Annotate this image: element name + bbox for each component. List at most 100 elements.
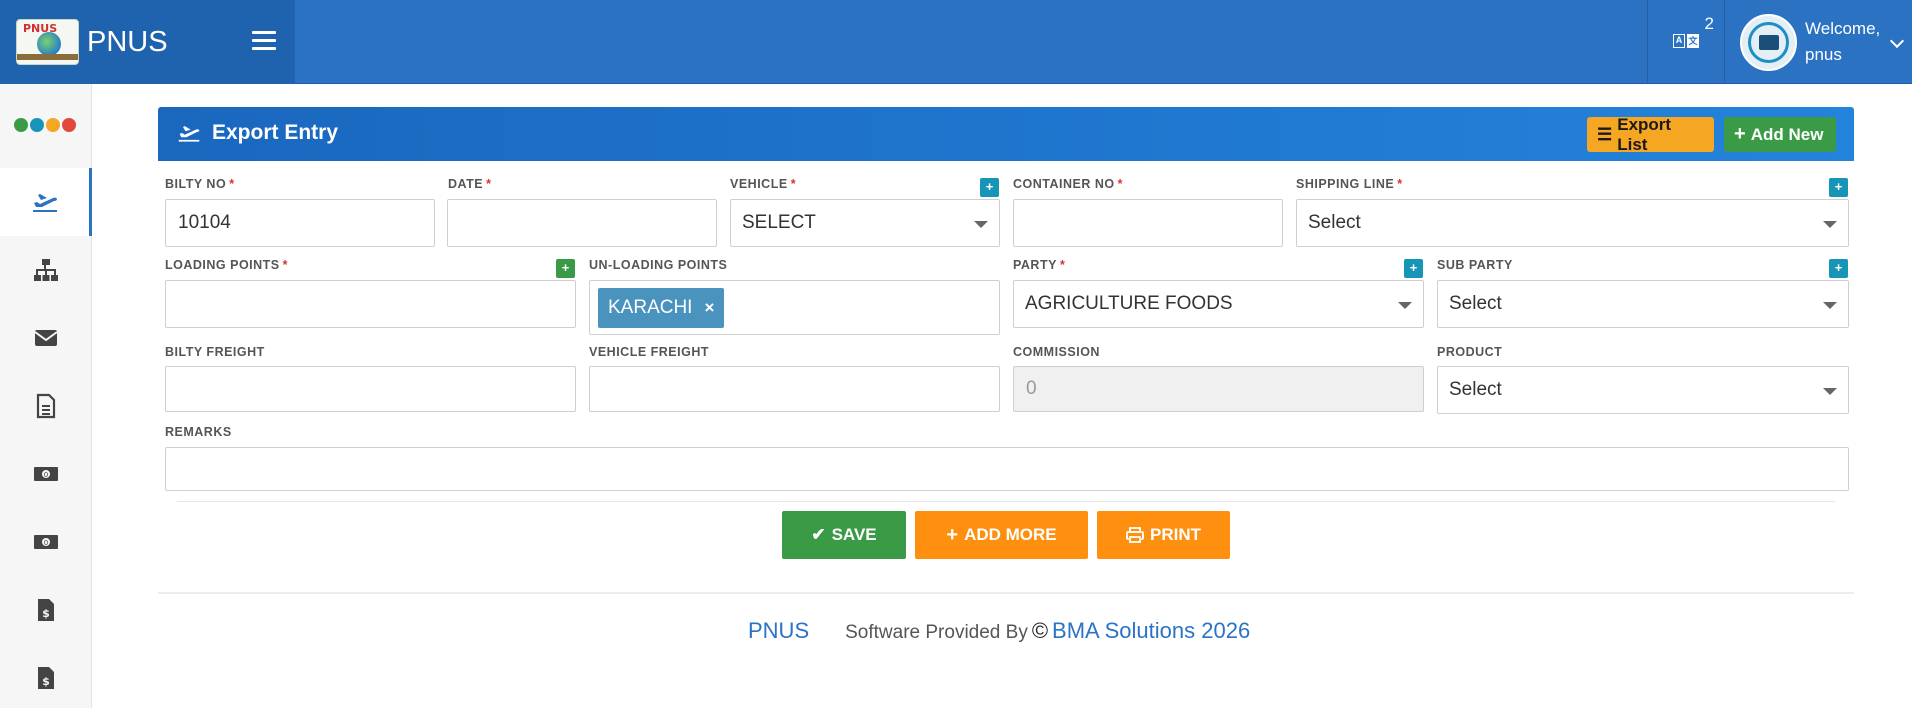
dot-blue <box>30 118 44 132</box>
add-more-label: ADD MORE <box>964 525 1057 544</box>
add-new-label: Add New <box>1750 124 1824 144</box>
add-more-button[interactable]: + ADD MORE <box>915 511 1088 559</box>
sidebar-item-bills[interactable]: $ <box>0 644 92 708</box>
language-switcher[interactable]: A文 2 <box>1647 0 1724 84</box>
print-label: PRINT <box>1150 525 1201 544</box>
document-icon <box>36 393 56 419</box>
copyright-icon: © <box>1031 618 1049 643</box>
vehicle-select[interactable]: SELECT <box>730 199 1000 247</box>
footer-company-link[interactable]: BMA Solutions 2026 <box>1052 618 1250 644</box>
company-logo: PNUS <box>16 19 79 65</box>
party-label: PARTY * <box>1013 258 1066 272</box>
add-new-button[interactable]: + Add New <box>1724 117 1836 152</box>
tag-label: KARACHI <box>608 297 693 318</box>
printer-icon <box>1126 527 1144 543</box>
save-button[interactable]: ✔ SAVE <box>782 511 906 559</box>
sidebar-item-documents[interactable] <box>0 372 92 440</box>
menu-toggle-icon[interactable] <box>252 31 276 53</box>
sub-party-label: SUB PARTY <box>1437 258 1513 272</box>
envelope-icon <box>34 330 58 346</box>
sidebar-item-hierarchy[interactable] <box>0 236 92 304</box>
add-sub-party-button[interactable]: + <box>1829 259 1848 278</box>
translate-icon: A文 <box>1673 34 1699 50</box>
footer-brand[interactable]: PNUS <box>748 618 809 644</box>
bilty-freight-input[interactable] <box>165 366 576 412</box>
sidebar-item-receipts[interactable]: 0 <box>0 508 92 576</box>
check-icon: ✔ <box>811 525 826 544</box>
date-input[interactable] <box>447 199 717 247</box>
vehicle-freight-input[interactable] <box>589 366 1000 412</box>
sidebar-item-export[interactable] <box>0 168 92 236</box>
footer: PNUS Software Provided By © BMA Solution… <box>748 618 1250 644</box>
print-button[interactable]: PRINT <box>1097 511 1230 559</box>
sidebar: 0 0 $ $ <box>0 84 92 708</box>
money-icon: 0 <box>34 467 58 481</box>
loading-points-input[interactable] <box>165 280 576 328</box>
dot-orange <box>46 118 60 132</box>
page-title: Export Entry <box>212 121 339 144</box>
plus-icon: + <box>946 523 959 546</box>
shipping-line-label: SHIPPING LINE * <box>1296 177 1403 191</box>
footer-provided-by: Software Provided By <box>845 622 1028 643</box>
add-shipping-line-button[interactable]: + <box>1829 178 1848 197</box>
party-select[interactable]: AGRICULTURE FOODS <box>1013 280 1424 328</box>
sidebar-item-invoices[interactable]: $ <box>0 576 92 644</box>
dot-green <box>14 118 28 132</box>
shipping-line-value: Select <box>1308 212 1361 233</box>
svg-text:0: 0 <box>44 539 48 547</box>
list-icon: ☰ <box>1597 124 1613 144</box>
avatar <box>1740 13 1797 71</box>
vehicle-label: VEHICLE * <box>730 177 797 191</box>
date-label: DATE * <box>448 177 492 191</box>
export-list-button[interactable]: ☰ Export List <box>1587 114 1714 154</box>
invoice-icon: $ <box>38 667 54 689</box>
money-icon: 0 <box>34 535 58 549</box>
divider <box>177 501 1835 502</box>
sidebar-item-messages[interactable] <box>0 304 92 372</box>
product-label: PRODUCT <box>1437 345 1503 359</box>
bilty-no-label: BILTY NO * <box>165 177 235 191</box>
dot-red <box>62 118 76 132</box>
brand-name: PNUS <box>87 25 168 58</box>
unloading-point-tag: KARACHI × <box>598 288 725 328</box>
vehicle-freight-label: VEHICLE FREIGHT <box>589 345 710 359</box>
sub-party-select[interactable]: Select <box>1437 280 1849 328</box>
brand-area[interactable]: PNUS PNUS <box>0 0 295 84</box>
unloading-points-label: UN-LOADING POINTS <box>589 258 728 272</box>
add-party-button[interactable]: + <box>1404 259 1423 278</box>
language-count-badge: 2 <box>1704 14 1714 33</box>
footer-divider <box>158 592 1854 594</box>
status-dots <box>14 118 76 132</box>
add-vehicle-button[interactable]: + <box>980 178 999 197</box>
container-no-input[interactable] <box>1013 199 1283 247</box>
loading-points-label: LOADING POINTS * <box>165 258 289 272</box>
remarks-input[interactable] <box>165 447 1849 491</box>
save-label: SAVE <box>831 525 877 544</box>
sidebar-item-payments[interactable]: 0 <box>0 440 92 508</box>
commission-input: 0 <box>1013 366 1424 412</box>
tag-remove-icon[interactable]: × <box>704 298 714 318</box>
card-header: Export Entry ☰ Export List + Add New <box>158 107 1854 161</box>
sub-party-value: Select <box>1449 293 1502 314</box>
svg-text:$: $ <box>42 675 50 688</box>
bilty-no-input[interactable]: 10104 <box>165 199 435 247</box>
product-value: Select <box>1449 379 1502 400</box>
svg-text:$: $ <box>42 607 50 620</box>
invoice-icon: $ <box>38 599 54 621</box>
user-menu[interactable]: Welcome, pnus <box>1724 0 1912 84</box>
remarks-label: REMARKS <box>165 425 232 439</box>
caret-down-icon <box>1823 302 1837 309</box>
product-select[interactable]: Select <box>1437 366 1849 414</box>
top-navbar: PNUS PNUS A文 2 Welcome, pnus <box>0 0 1912 84</box>
caret-down-icon <box>1823 221 1837 228</box>
container-no-label: CONTAINER NO * <box>1013 177 1123 191</box>
username: pnus <box>1805 45 1842 64</box>
welcome-text: Welcome, <box>1805 19 1881 38</box>
export-list-label: Export List <box>1617 114 1672 154</box>
add-loading-point-button[interactable]: + <box>556 259 575 278</box>
plus-icon: + <box>1734 123 1746 145</box>
plane-icon <box>178 126 200 142</box>
shipping-line-select[interactable]: Select <box>1296 199 1849 247</box>
plane-icon <box>32 194 57 212</box>
sitemap-icon <box>34 259 58 281</box>
